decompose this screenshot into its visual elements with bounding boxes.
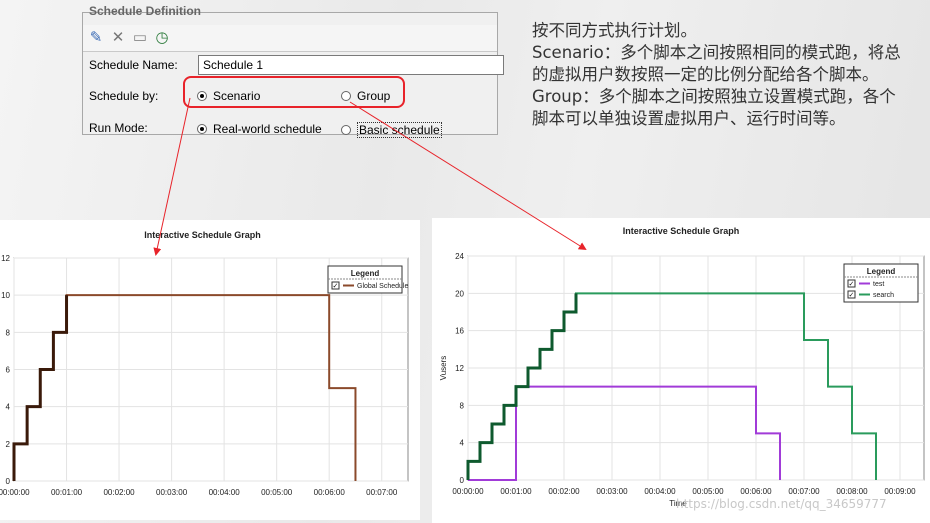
x-tick-label: 00:02:00 — [103, 488, 135, 497]
graph-group: Interactive Schedule Graph 00:00:00 00:01… — [432, 218, 930, 523]
graph-scenario: Interactive Schedule Graph 00:00:00 00:01… — [0, 220, 420, 520]
x-tick-label: 00:07:00 — [788, 487, 820, 496]
radio-unselected-icon — [341, 91, 351, 101]
x-tick-label: 00:01:00 — [500, 487, 532, 496]
y-tick-label: 24 — [455, 252, 464, 261]
y-tick-label: 4 — [460, 439, 465, 448]
y-tick-label: 10 — [1, 291, 10, 300]
real-world-option-label: Real-world schedule — [213, 122, 322, 136]
description-intro: 按不同方式执行计划。 — [532, 21, 697, 40]
schedule-panel: Schedule Definition ✎ ✕ ▭ ◷ Schedule Nam… — [82, 4, 504, 138]
schedule-by-scenario-radio[interactable]: Scenario — [197, 89, 260, 103]
description-scenario: Scenario：多个脚本之间按照相同的模式跑，将总的虚拟用户数按照一定的比例分… — [532, 43, 901, 84]
legend-title: Legend — [867, 267, 896, 276]
y-tick-label: 16 — [455, 327, 464, 336]
radio-selected-icon — [197, 124, 207, 134]
run-mode-label: Run Mode: — [89, 121, 148, 135]
y-tick-label: 20 — [455, 289, 464, 298]
new-schedule-icon[interactable]: ✎ — [87, 29, 105, 47]
schedule-by-group-radio[interactable]: Group — [341, 89, 390, 103]
y-tick-label: 12 — [455, 364, 464, 373]
clock-icon[interactable]: ◷ — [153, 29, 171, 47]
x-tick-label: 00:00:00 — [452, 487, 484, 496]
rename-icon[interactable]: ▭ — [131, 29, 149, 47]
basic-option-label: Basic schedule — [357, 122, 442, 138]
x-tick-label: 00:04:00 — [209, 488, 241, 497]
x-tick-label: 00:05:00 — [692, 487, 724, 496]
schedule-toolbar: ✎ ✕ ▭ ◷ — [83, 25, 497, 52]
x-tick-label: 00:08:00 — [836, 487, 868, 496]
radio-unselected-icon — [341, 125, 351, 135]
x-tick-label: 00:00:00 — [0, 488, 30, 497]
x-tick-label: 00:07:00 — [366, 488, 398, 497]
watermark: https://blog.csdn.net/qq_34659777 — [676, 497, 887, 511]
description-group: Group：多个脚本之间按照独立设置模式跑，各个脚本可以单独设置虚拟用户、运行时… — [532, 87, 896, 128]
schedule-name-input[interactable] — [198, 55, 504, 75]
legend-series-name: test — [873, 281, 884, 288]
graph-scenario-svg: 00:00:00 00:01:00 00:02:00 00:03:00 00:04:00… — [0, 254, 409, 497]
group-option-label: Group — [357, 89, 391, 103]
x-tick-label: 00:06:00 — [314, 488, 346, 497]
x-tick-label: 00:02:00 — [548, 487, 580, 496]
description: 按不同方式执行计划。 Scenario：多个脚本之间按照相同的模式跑，将总的虚拟… — [532, 20, 902, 130]
legend-title: Legend — [351, 269, 380, 278]
radio-selected-icon — [197, 91, 207, 101]
legend-check-icon: ✓ — [849, 281, 855, 288]
y-tick-label: 8 — [460, 401, 465, 410]
y-tick-label: 12 — [1, 254, 10, 263]
y-axis-label: Vusers — [439, 356, 448, 381]
y-tick-label: 6 — [6, 366, 11, 375]
schedule-by-label: Schedule by: — [89, 89, 159, 103]
legend-check-icon: ✓ — [333, 283, 339, 290]
x-tick-label: 00:03:00 — [156, 488, 188, 497]
delete-icon[interactable]: ✕ — [109, 29, 127, 47]
x-tick-label: 00:06:00 — [740, 487, 772, 496]
run-mode-real-world-radio[interactable]: Real-world schedule — [197, 122, 322, 136]
legend-series-name: search — [873, 292, 894, 299]
y-tick-label: 2 — [6, 440, 11, 449]
x-tick-label: 00:09:00 — [884, 487, 916, 496]
x-tick-label: 00:04:00 — [644, 487, 676, 496]
panel-title: Schedule Definition — [89, 4, 202, 18]
legend-series-name: Global Schedule — [357, 283, 408, 290]
x-tick-label: 00:05:00 — [261, 488, 293, 497]
x-tick-label: 00:03:00 — [596, 487, 628, 496]
y-tick-label: 0 — [6, 477, 11, 486]
graph-group-svg: 00:00:00 00:01:00 00:02:00 00:03:00 00:04:00… — [439, 252, 925, 508]
x-tick-label: 00:01:00 — [51, 488, 83, 497]
scenario-option-label: Scenario — [213, 89, 261, 103]
y-tick-label: 8 — [6, 328, 11, 337]
y-tick-label: 0 — [460, 476, 465, 485]
schedule-name-label: Schedule Name: — [89, 58, 178, 72]
y-tick-label: 4 — [6, 403, 11, 412]
run-mode-basic-radio[interactable]: Basic schedule — [341, 122, 442, 138]
legend-check-icon: ✓ — [849, 292, 855, 299]
